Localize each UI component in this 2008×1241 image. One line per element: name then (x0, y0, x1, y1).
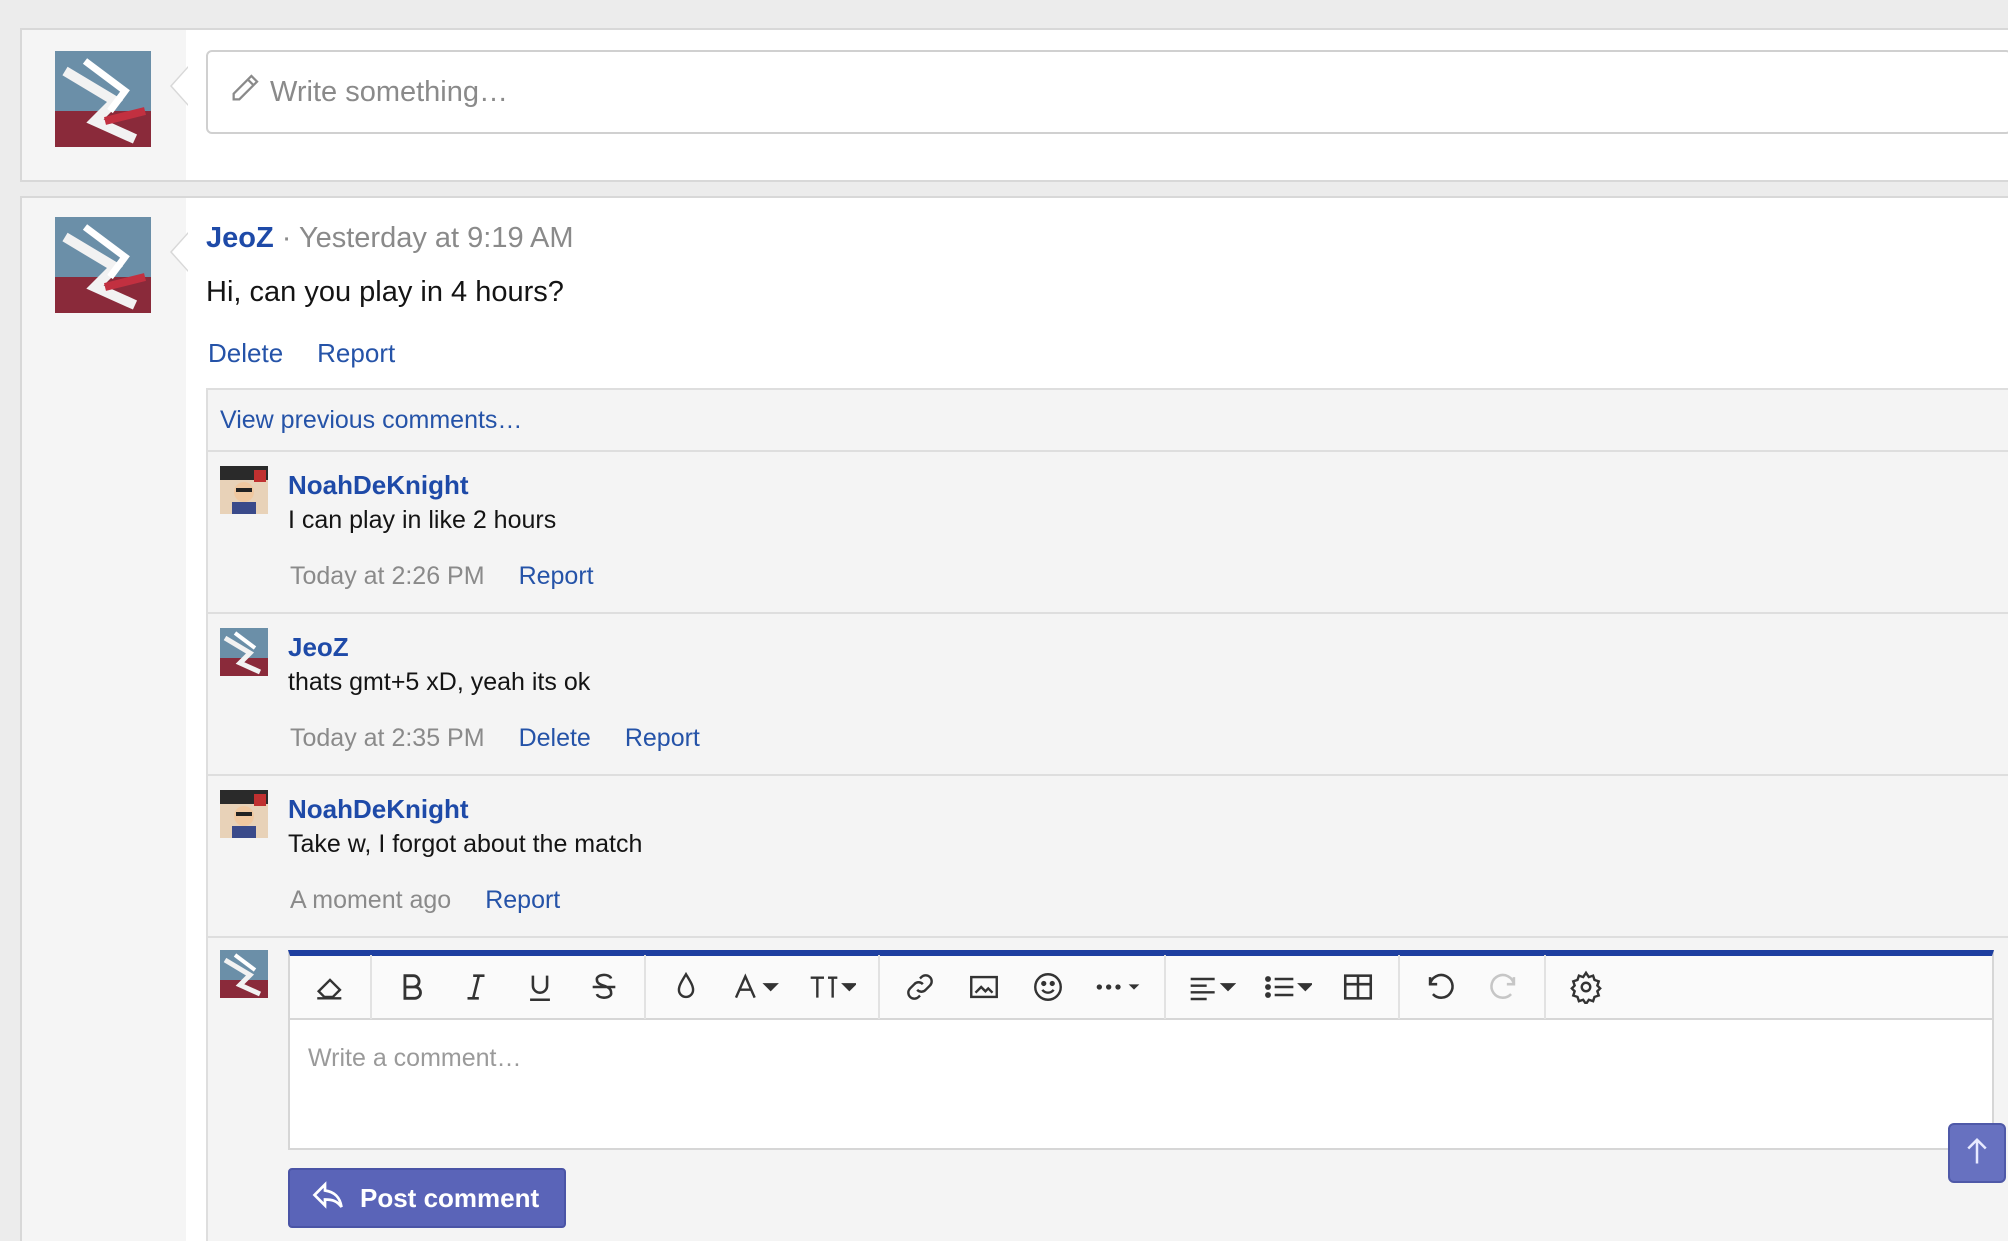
report-link[interactable]: Report (485, 886, 560, 915)
font-size-icon[interactable] (794, 959, 870, 1015)
post-comment-label: Post comment (360, 1182, 540, 1213)
view-previous-link[interactable]: View previous comments… (220, 406, 522, 434)
font-family-icon[interactable] (718, 959, 794, 1015)
post-time[interactable]: Yesterday at 9:19 AM (299, 222, 574, 254)
status-placeholder: Write something… (270, 75, 508, 108)
report-link[interactable]: Report (625, 724, 700, 753)
avatar-gutter (22, 198, 186, 1241)
status-update-block: Write something… (20, 28, 2008, 182)
comment-text: Take w, I forgot about the match (288, 830, 643, 858)
comment-time[interactable]: Today at 2:26 PM (290, 562, 485, 591)
view-previous-comments: View previous comments… (208, 390, 2008, 452)
smilie-icon[interactable] (1016, 959, 1080, 1015)
rich-text-editor: Write a comment… (288, 950, 1994, 1150)
avatar[interactable] (55, 51, 151, 147)
post-meta: JeoZ · Yesterday at 9:19 AM (206, 222, 574, 255)
post-author[interactable]: JeoZ (206, 222, 274, 254)
redo-icon[interactable] (1472, 959, 1536, 1015)
image-icon[interactable] (952, 959, 1016, 1015)
list-icon[interactable] (1250, 959, 1326, 1015)
avatar[interactable] (220, 628, 268, 676)
scroll-to-top-button[interactable] (1948, 1123, 2006, 1183)
post-body: Hi, can you play in 4 hours? (206, 276, 564, 308)
undo-icon[interactable] (1408, 959, 1472, 1015)
avatar[interactable] (220, 950, 268, 998)
comments-list: View previous comments… NoahDeKnight I c… (206, 388, 2008, 1241)
comment: JeoZ thats gmt+5 xD, yeah its ok Today a… (208, 614, 2008, 776)
post-actions: Delete Report (208, 338, 395, 369)
meta-separator: · (273, 222, 299, 254)
comment-author[interactable]: NoahDeKnight (288, 794, 469, 825)
comment-author[interactable]: NoahDeKnight (288, 470, 469, 501)
profile-post: JeoZ · Yesterday at 9:19 AM Hi, can you … (20, 196, 2008, 1241)
comment-text: I can play in like 2 hours (288, 506, 557, 534)
more-options-icon[interactable] (1080, 959, 1156, 1015)
comment: NoahDeKnight Take w, I forgot about the … (208, 776, 2008, 938)
post-comment-button[interactable]: Post comment (288, 1168, 566, 1228)
comment-input[interactable]: Write a comment… (290, 1020, 1992, 1097)
comment-text: thats gmt+5 xD, yeah its ok (288, 668, 591, 696)
comment-actions: A moment ago Report (290, 886, 560, 915)
report-link[interactable]: Report (317, 338, 395, 369)
comment-time[interactable]: A moment ago (290, 886, 451, 915)
speech-arrow (170, 66, 188, 106)
settings-icon[interactable] (1554, 959, 1618, 1015)
italic-icon[interactable] (444, 959, 508, 1015)
delete-link[interactable]: Delete (519, 724, 591, 753)
comment: NoahDeKnight I can play in like 2 hours … (208, 452, 2008, 614)
eraser-icon[interactable] (298, 959, 362, 1015)
comment-time[interactable]: Today at 2:35 PM (290, 724, 485, 753)
delete-link[interactable]: Delete (208, 338, 283, 369)
comment-actions: Today at 2:26 PM Report (290, 562, 594, 591)
status-input[interactable]: Write something… (206, 50, 2008, 134)
arrow-up-icon (1964, 1136, 1990, 1171)
strikethrough-icon[interactable] (572, 959, 636, 1015)
reply-icon (310, 1177, 346, 1220)
speech-arrow (170, 232, 188, 272)
comment-actions: Today at 2:35 PM Delete Report (290, 724, 700, 753)
link-icon[interactable] (888, 959, 952, 1015)
bold-icon[interactable] (380, 959, 444, 1015)
reply-area: Write a comment… Post comment (208, 938, 2008, 1238)
pencil-icon (228, 71, 270, 113)
comment-author[interactable]: JeoZ (288, 632, 349, 663)
editor-toolbar (290, 955, 1992, 1020)
avatar[interactable] (220, 790, 268, 838)
text-color-icon[interactable] (654, 959, 718, 1015)
underline-icon[interactable] (508, 959, 572, 1015)
table-icon[interactable] (1326, 959, 1390, 1015)
post-author-avatar[interactable] (55, 217, 151, 313)
report-link[interactable]: Report (519, 562, 594, 591)
avatar[interactable] (220, 466, 268, 514)
align-icon[interactable] (1174, 959, 1250, 1015)
